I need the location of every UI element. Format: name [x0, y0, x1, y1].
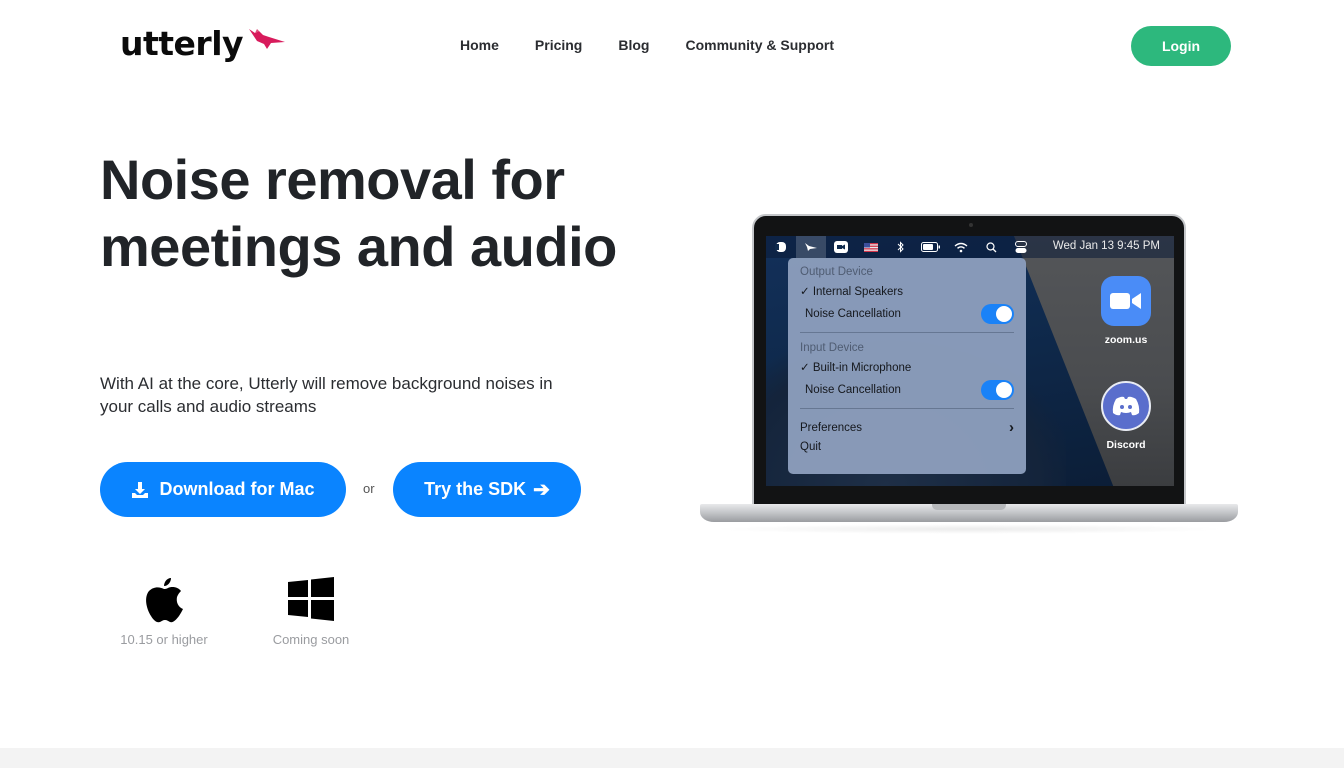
zoom-label: zoom.us — [1104, 334, 1148, 346]
download-icon — [132, 481, 149, 498]
discord-logo-icon — [1112, 396, 1140, 416]
output-device-header: Output Device — [800, 266, 873, 278]
chevron-right-icon: › — [1009, 419, 1014, 436]
discord-label: Discord — [1106, 439, 1146, 451]
control-center-icon — [1006, 236, 1036, 258]
logo-text: utterly — [120, 24, 244, 63]
nav-blog[interactable]: Blog — [618, 37, 649, 53]
zoom-menu-icon — [826, 236, 856, 258]
app-icon — [766, 236, 796, 258]
platform-mac: 10.15 or higher — [109, 570, 219, 647]
laptop-notch — [932, 504, 1006, 510]
input-device-option[interactable]: ✓ Built-in Microphone — [800, 357, 1014, 376]
preferences-menu-item[interactable]: Preferences › — [800, 418, 1014, 437]
arrow-right-icon: ➔ — [533, 479, 550, 501]
nav-pricing[interactable]: Pricing — [535, 37, 582, 53]
camera-dot — [969, 223, 973, 227]
input-device-header: Input Device — [800, 342, 864, 354]
menu-divider — [800, 408, 1014, 409]
login-button[interactable]: Login — [1131, 26, 1231, 66]
desktop-icon-zoom: zoom.us — [1091, 276, 1161, 346]
mac-menubar: Wed Jan 13 9:45 PM — [766, 236, 1174, 258]
nav-home[interactable]: Home — [460, 37, 499, 53]
menubar-clock: Wed Jan 13 9:45 PM — [1052, 240, 1160, 252]
preferences-label: Preferences — [800, 421, 863, 434]
spotlight-search-icon — [976, 236, 1006, 258]
laptop-lid: Wed Jan 13 9:45 PM Output Device ✓ Inter… — [752, 214, 1186, 506]
quit-menu-item[interactable]: Quit — [800, 437, 1014, 456]
input-noise-cancellation-row: Noise Cancellation — [800, 376, 1014, 404]
next-section-band — [0, 748, 1344, 768]
laptop-screen: Wed Jan 13 9:45 PM Output Device ✓ Inter… — [766, 236, 1174, 486]
apple-icon — [146, 578, 183, 623]
sdk-label: Try the SDK — [424, 479, 527, 499]
windows-status: Coming soon — [272, 632, 350, 647]
output-nc-label: Noise Cancellation — [805, 308, 901, 320]
laptop-shadow — [710, 524, 1228, 534]
input-nc-label: Noise Cancellation — [805, 384, 901, 396]
us-flag-icon — [856, 236, 886, 258]
main-nav: Home Pricing Blog Community & Support — [460, 37, 834, 53]
nav-community-support[interactable]: Community & Support — [685, 37, 834, 53]
bird-logo-icon — [249, 28, 286, 49]
laptop-illustration: Wed Jan 13 9:45 PM Output Device ✓ Inter… — [700, 212, 1238, 542]
menu-divider — [800, 332, 1014, 333]
utterly-dropdown-menu: Output Device ✓ Internal Speakers Noise … — [788, 258, 1026, 474]
download-label: Download for Mac — [159, 479, 315, 499]
output-noise-cancellation-toggle[interactable] — [981, 304, 1014, 324]
wifi-icon — [946, 236, 976, 258]
desktop-icon-discord: Discord — [1091, 381, 1161, 451]
battery-icon — [916, 236, 946, 258]
hero-subtitle: With AI at the core, Utterly will remove… — [100, 374, 553, 416]
or-separator: or — [363, 481, 375, 496]
bluetooth-icon — [886, 236, 916, 258]
input-noise-cancellation-toggle[interactable] — [981, 380, 1014, 400]
output-noise-cancellation-row: Noise Cancellation — [800, 300, 1014, 328]
mac-requirement: 10.15 or higher — [120, 632, 208, 647]
hero-title: Noise removal for meetings and audio — [100, 148, 617, 278]
utterly-menu-icon — [796, 236, 826, 258]
output-device-option[interactable]: ✓ Internal Speakers — [800, 281, 1014, 300]
platform-windows: Coming soon — [256, 570, 366, 647]
try-sdk-button[interactable]: Try the SDK ➔ — [393, 462, 581, 517]
download-for-mac-button[interactable]: Download for Mac — [100, 462, 346, 517]
logo[interactable]: utterly — [120, 24, 287, 63]
windows-icon — [288, 577, 334, 621]
zoom-camera-icon — [1110, 293, 1141, 309]
